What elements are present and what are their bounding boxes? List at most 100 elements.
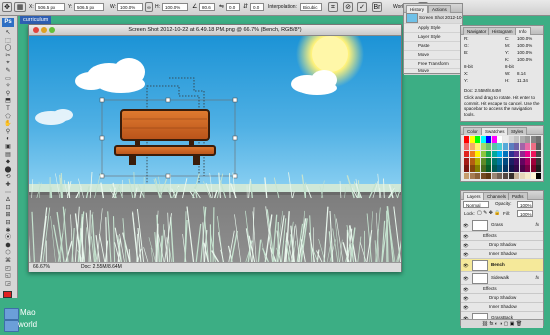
color-swatch[interactable] — [497, 136, 503, 143]
tool-icon[interactable]: ◰ — [2, 266, 14, 273]
color-swatch[interactable] — [486, 172, 492, 180]
color-swatch[interactable] — [530, 143, 536, 151]
tool-icon[interactable]: ⌘ — [2, 258, 14, 265]
color-swatch[interactable] — [480, 165, 486, 173]
color-swatch[interactable] — [530, 172, 536, 180]
color-swatch[interactable] — [525, 158, 531, 165]
color-swatch[interactable] — [525, 136, 531, 143]
color-swatch[interactable] — [519, 172, 525, 180]
color-swatch[interactable] — [530, 150, 536, 158]
folder-icon[interactable] — [4, 308, 19, 320]
tool-icon[interactable]: ⬤ — [2, 167, 14, 174]
color-swatch[interactable] — [464, 158, 469, 165]
document-size[interactable]: Doc: 2.55M/8.64M — [81, 263, 122, 272]
tool-icon[interactable]: ⋯ — [2, 190, 14, 197]
tool-icon[interactable]: ⊞ — [2, 212, 14, 219]
tab-paths[interactable]: Paths — [508, 192, 528, 200]
tool-icon[interactable]: ▭ — [2, 76, 14, 83]
color-swatch[interactable] — [514, 165, 520, 173]
y-field[interactable]: 506.5 px — [74, 3, 104, 11]
color-swatch[interactable] — [503, 136, 508, 143]
tab-actions[interactable]: Actions — [428, 5, 451, 13]
tool-icon[interactable]: ∆ — [2, 197, 14, 204]
color-swatch[interactable] — [525, 150, 531, 158]
color-swatch[interactable] — [503, 150, 508, 158]
color-swatch[interactable] — [480, 158, 486, 165]
zoom-level[interactable]: 66.67% — [33, 263, 50, 272]
color-swatch[interactable] — [519, 150, 525, 158]
color-swatch[interactable] — [491, 150, 497, 158]
color-swatch[interactable] — [486, 165, 492, 173]
color-swatch[interactable] — [519, 136, 525, 143]
color-swatch[interactable] — [508, 172, 514, 180]
move-tool-icon[interactable]: ✥ — [2, 2, 12, 12]
color-swatch[interactable] — [525, 143, 531, 151]
color-swatch[interactable] — [530, 136, 536, 143]
color-swatch[interactable] — [508, 136, 514, 143]
tab-history[interactable]: History — [406, 5, 429, 13]
tool-icon[interactable]: ✎ — [2, 68, 14, 75]
visibility-eye-icon[interactable]: 👁 — [463, 296, 469, 301]
link-icon[interactable]: ∞ — [145, 2, 153, 12]
tool-icon[interactable]: ⌖ — [2, 60, 14, 67]
layer-row[interactable]: 👁 Bench — [461, 259, 543, 272]
minimize-window-icon[interactable] — [41, 27, 47, 33]
layer-effect-row[interactable]: 👁 Drop Shadow — [461, 294, 543, 303]
tab-info[interactable]: Info — [515, 27, 531, 35]
color-swatch[interactable] — [530, 158, 536, 165]
color-swatch[interactable] — [536, 150, 542, 158]
lock-icons[interactable]: ▢ ✎ ✥ 🔒 — [477, 210, 501, 216]
visibility-eye-icon[interactable]: 👁 — [463, 243, 469, 248]
commit-transform-icon[interactable]: ✓ — [357, 2, 367, 12]
visibility-eye-icon[interactable]: 👁 — [463, 223, 469, 228]
tool-icon[interactable]: ⬠ — [2, 114, 14, 121]
color-swatch[interactable] — [519, 143, 525, 151]
desktop-folder-label[interactable]: curriculum — [20, 16, 52, 24]
zoom-window-icon[interactable] — [49, 27, 55, 33]
color-swatch[interactable] — [536, 172, 542, 180]
visibility-eye-icon[interactable]: 👁 — [463, 234, 469, 239]
color-swatch[interactable] — [486, 158, 492, 165]
color-swatch[interactable] — [514, 150, 520, 158]
tab-layers[interactable]: Layers — [463, 192, 485, 200]
tool-icon[interactable]: ⦿ — [2, 235, 14, 242]
tab-histogram[interactable]: Histogram — [488, 27, 517, 35]
color-swatch[interactable] — [491, 165, 497, 173]
tool-icon[interactable]: T — [2, 106, 14, 113]
color-swatch[interactable] — [480, 143, 486, 151]
layer-effect-row[interactable]: 👁 Effects — [461, 232, 543, 241]
color-swatch[interactable] — [475, 143, 481, 151]
color-swatch[interactable] — [519, 158, 525, 165]
color-swatch[interactable] — [525, 172, 531, 180]
color-swatch[interactable] — [469, 143, 475, 151]
tool-icon[interactable]: ✋ — [2, 121, 14, 128]
layer-effects-icon[interactable]: fx — [535, 272, 539, 284]
bridge-icon[interactable]: Br — [372, 2, 382, 12]
history-item[interactable]: Paste — [404, 42, 462, 51]
color-swatch[interactable] — [491, 143, 497, 151]
tab-swatches[interactable]: Swatches — [481, 127, 509, 135]
color-swatch[interactable] — [469, 172, 475, 180]
layer-effect-row[interactable]: 👁 Inner Shadow — [461, 250, 543, 259]
color-swatch[interactable] — [497, 165, 503, 173]
layer-effect-row[interactable]: 👁 Inner Shadow — [461, 303, 543, 312]
color-swatch[interactable] — [486, 150, 492, 158]
color-swatch[interactable] — [475, 165, 481, 173]
desktop-item-label[interactable]: world — [18, 320, 37, 329]
color-swatch[interactable] — [486, 136, 492, 143]
tab-styles[interactable]: Styles — [507, 127, 528, 135]
h-skew-field[interactable]: 0.0 — [226, 3, 240, 11]
color-swatch[interactable] — [491, 158, 497, 165]
layer-effect-row[interactable]: 👁 Effects — [461, 285, 543, 294]
layer-row[interactable]: 👁 Grass fx — [461, 219, 543, 232]
color-swatch[interactable] — [475, 172, 481, 180]
tool-icon[interactable]: ◲ — [2, 281, 14, 288]
tool-icon[interactable]: ⬚ — [2, 38, 14, 45]
desktop-item-label[interactable]: Mao — [20, 308, 36, 317]
color-swatch[interactable] — [514, 143, 520, 151]
tab-channels[interactable]: Channels — [483, 192, 511, 200]
cancel-transform-icon[interactable]: ⊘ — [343, 2, 353, 12]
history-item[interactable]: Apply Style — [404, 24, 462, 33]
color-swatch[interactable] — [491, 172, 497, 180]
color-swatch[interactable] — [480, 136, 486, 143]
